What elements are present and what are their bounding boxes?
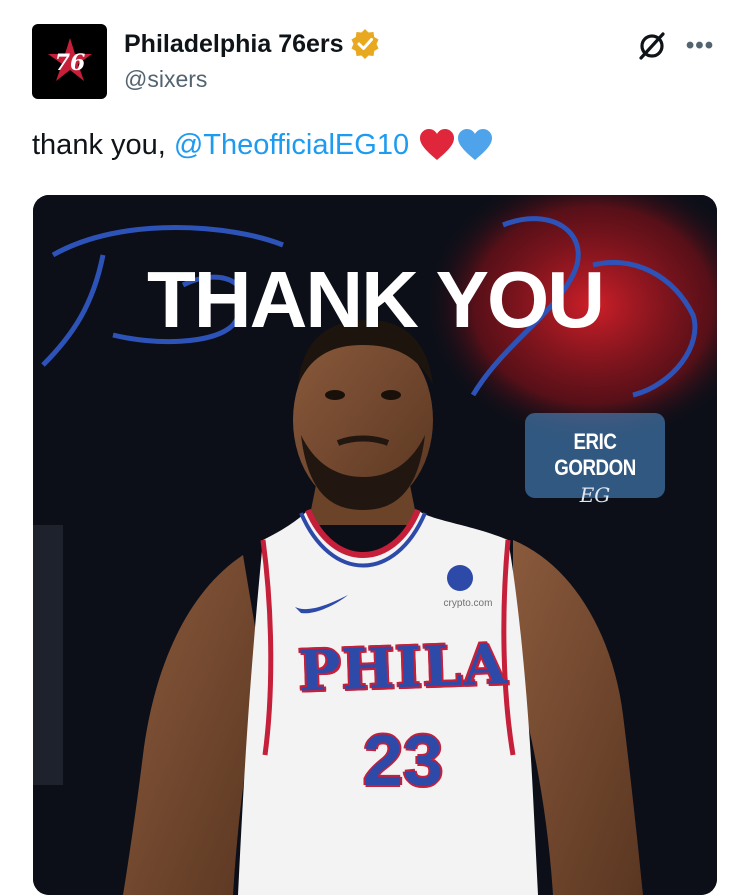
avatar[interactable]: 76 [32,24,107,99]
grok-icon[interactable] [634,28,670,64]
svg-text:76: 76 [54,50,85,76]
tweet-text: thank you, @TheofficialEG10 [32,128,495,162]
red-heart-icon [420,129,455,160]
tweet-body: thank you, [32,128,166,161]
headline-text: THANK YOU [146,255,605,344]
jersey-sponsor: crypto.com [443,598,493,609]
display-name[interactable]: Philadelphia 76ers [124,28,380,60]
display-name-text[interactable]: Philadelphia 76ers [124,30,344,59]
blue-heart-icon [458,129,493,160]
mention-link[interactable]: @TheofficialEG10 [174,129,409,162]
player-name: ERIC GORDON [554,429,636,480]
tweet-media-image[interactable]: THANK YOU ERIC GORDON EG crypto.com PHIL… [33,195,717,895]
sixers-logo-icon: 76 [47,37,92,81]
jersey-number: 23 [362,721,444,801]
more-options-icon[interactable]: ••• [682,28,718,64]
verified-badge-icon [351,29,379,59]
player-signature: EG [579,483,611,507]
player-name-tag: ERIC GORDON EG [525,413,665,507]
jersey-wordmark: PHILA [297,631,509,705]
user-handle[interactable]: @sixers [124,66,380,93]
tweet-header: 76 Philadelphia 76ers @sixers ••• [32,24,726,104]
